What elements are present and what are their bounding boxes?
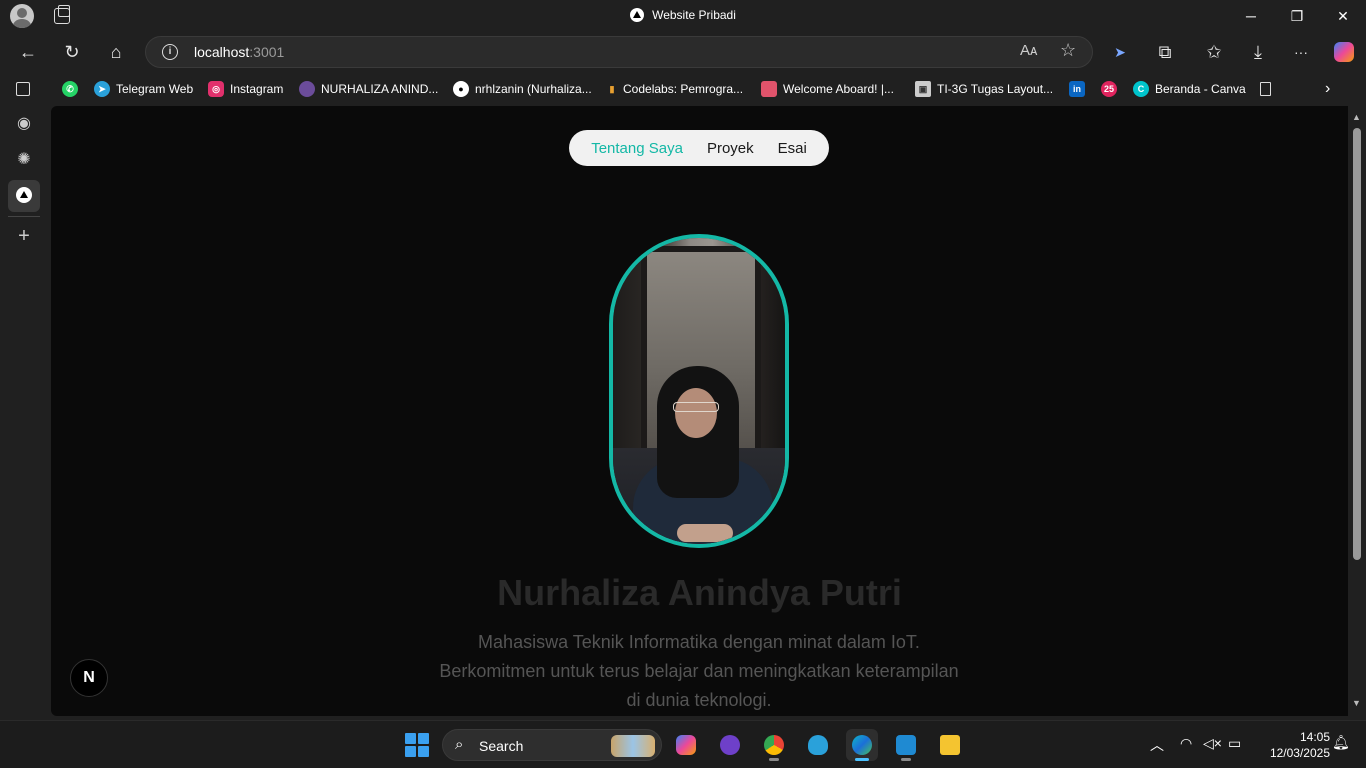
folder-icon [940,735,960,755]
volume-muted-icon[interactable]: ◁× [1203,735,1222,752]
extensions-icon[interactable]: ⧉ [1149,36,1181,68]
nextjs-dev-badge[interactable]: N [70,659,108,697]
taskbar-copilot[interactable] [670,729,702,761]
browser-toolbar: ← ↻ ⌂ i localhost:3001 Aᴀ ☆ ➤ ⧉ ✩ ⤓ ··· [0,32,1366,72]
sidebar-add-icon[interactable]: + [8,220,40,252]
bookmark-canva[interactable]: C Beranda - Canva [1133,80,1246,98]
tab-actions-icon[interactable] [16,80,30,98]
chrome-icon [764,735,784,755]
copilot-icon[interactable] [1328,36,1360,68]
browser-sidebar: ◉ ✺ + [0,104,48,720]
bookmark-classroom[interactable]: ▣ TI-3G Tugas Layout... [915,80,1053,98]
github-icon: ● [453,81,469,97]
minimize-button[interactable]: ─ [1228,0,1274,32]
codelabs-icon: ▮ [609,84,615,94]
read-aloud-icon[interactable]: Aᴀ [1020,42,1037,59]
linkedin-icon: in [1069,81,1085,97]
taskbar-app-blue[interactable] [802,729,834,761]
bookmarks-overflow-chevron-icon[interactable]: › [1325,80,1330,98]
bookmark-notification[interactable]: 25 [1101,80,1123,98]
taskbar-search[interactable]: ⌕ Search [442,729,662,761]
favorite-star-icon[interactable]: ☆ [1060,40,1076,61]
other-favorites-icon[interactable] [1260,80,1271,98]
battery-icon[interactable]: ▭ [1228,735,1241,752]
title-bar: Website Pribadi ─ ❐ ✕ [0,0,1366,32]
address-bar[interactable]: i localhost:3001 Aᴀ ☆ [145,36,1093,68]
taskbar-vscode[interactable] [890,729,922,761]
taskbar-github-desktop[interactable] [714,729,746,761]
back-button[interactable]: ← [12,36,44,68]
search-icon: ⌕ [455,736,464,753]
copilot-icon [676,735,696,755]
downloads-icon[interactable]: ⤓ [1242,36,1274,68]
bookmark-nurhaliza[interactable]: NURHALIZA ANIND... [299,80,438,98]
sidebar-website-icon[interactable] [8,180,40,212]
sidebar-divider [8,216,40,217]
telegram-icon: ➤ [94,81,110,97]
welcome-icon [761,81,777,97]
nav-esai[interactable]: Esai [778,140,807,157]
favorites-icon[interactable]: ✩ [1198,36,1230,68]
classroom-icon: ▣ [915,81,931,97]
notification-badge-icon: 25 [1101,81,1117,97]
scrollbar-thumb[interactable] [1353,128,1361,560]
scroll-down-icon[interactable]: ▼ [1352,698,1361,708]
app-icon [808,735,828,755]
system-clock[interactable]: 14:05 12/03/2025 [1256,729,1330,761]
notification-bell-icon[interactable]: 🔔︎ [1332,734,1350,751]
sidebar-github-icon[interactable]: ◉ [8,108,40,140]
edge-icon [852,735,872,755]
sidebar-chatgpt-icon[interactable]: ✺ [8,144,40,176]
copilot-cursor-icon[interactable]: ➤ [1104,36,1136,68]
whatsapp-icon: ✆ [62,81,78,97]
windows-taskbar: ⌕ Search ︿ ◠ ◁× ▭ 14:05 12/03/2025 🔔︎ [0,720,1366,768]
bookmark-codelabs[interactable]: ▮ Codelabs: Pemrogra... [607,80,744,98]
settings-more-button[interactable]: ··· [1285,36,1317,68]
maximize-button[interactable]: ❐ [1274,0,1320,32]
search-highlight-image [611,735,655,757]
nav-proyek[interactable]: Proyek [707,140,754,157]
bookmark-github[interactable]: ● nrhlzanin (Nurhaliza... [453,80,592,98]
bookmark-instagram[interactable]: ◎ Instagram [208,80,283,98]
canva-icon: C [1133,81,1149,97]
bookmark-linkedin[interactable]: in [1069,80,1091,98]
home-button[interactable]: ⌂ [100,36,132,68]
profile-bio: Mahasiswa Teknik Informatika dengan mina… [439,632,959,710]
url-text[interactable]: localhost:3001 [194,44,284,60]
page-scrollbar[interactable]: ▲ ▼ [1348,106,1366,718]
site-info-icon[interactable]: i [162,44,178,60]
github-desktop-icon [720,735,740,755]
vscode-icon [896,735,916,755]
tray-overflow-chevron-icon[interactable]: ︿ [1150,735,1164,755]
window-title: Website Pribadi [0,8,1366,22]
taskbar-edge[interactable] [846,729,878,761]
nav-tentang-saya[interactable]: Tentang Saya [591,140,683,157]
wifi-icon[interactable]: ◠ [1180,735,1192,752]
taskbar-chrome[interactable] [758,729,790,761]
bookmark-welcome[interactable]: Welcome Aboard! |... [761,80,894,98]
bookmarks-bar: ✆ ➤ Telegram Web ◎ Instagram NURHALIZA ANI… [0,72,1366,104]
taskbar-file-explorer[interactable] [934,729,966,761]
page-viewport: Tentang Saya Proyek Esai Nurhaliza Anind… [51,106,1348,716]
scroll-up-icon[interactable]: ▲ [1352,112,1361,122]
university-icon [299,81,315,97]
profile-name: Nurhaliza Anindya Putri [497,572,902,613]
bookmark-whatsapp[interactable]: ✆ [62,80,84,98]
top-nav: Tentang Saya Proyek Esai [569,130,829,166]
start-button[interactable] [405,733,429,757]
profile-photo [609,234,789,548]
instagram-icon: ◎ [208,81,224,97]
site-favicon-icon [630,8,645,22]
bookmark-telegram[interactable]: ➤ Telegram Web [94,80,193,98]
close-button[interactable]: ✕ [1320,0,1366,32]
reload-button[interactable]: ↻ [56,36,88,68]
